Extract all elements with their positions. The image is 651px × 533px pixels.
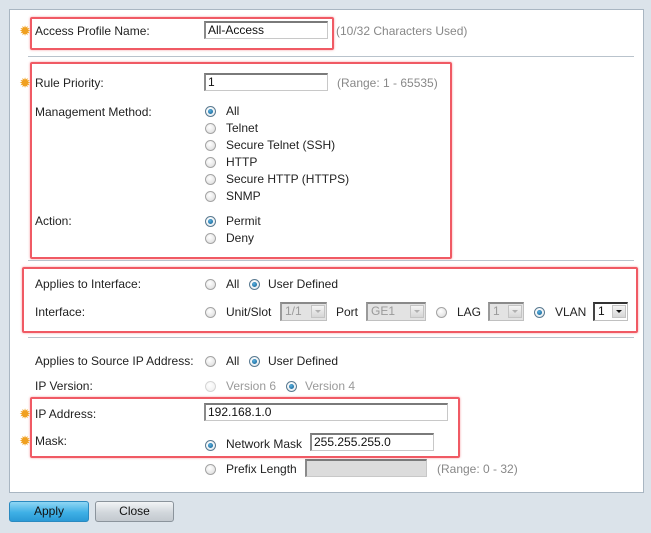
lag-value: 1 [493, 304, 500, 318]
prefix-length-radio[interactable] [205, 464, 216, 475]
required-star-icon: ✹ [20, 434, 31, 448]
management-method-http-radio[interactable] [205, 157, 216, 168]
prefix-length-range: (Range: 0 - 32) [437, 462, 518, 476]
unit-slot-value: 1/1 [285, 304, 302, 318]
interface-vlan-radio[interactable] [534, 307, 545, 318]
management-method-telnet-radio[interactable] [205, 123, 216, 134]
unit-slot-select[interactable]: 1/1 [280, 302, 327, 321]
applies-to-source-ip-user-defined-radio[interactable] [249, 356, 260, 367]
management-method-option: SNMP [226, 189, 261, 203]
interface-unit-slot-label: Unit/Slot [226, 305, 272, 319]
ip-version-option: Version 4 [305, 379, 356, 393]
vlan-select[interactable]: 1 [593, 302, 628, 321]
port-select[interactable]: GE1 [366, 302, 426, 321]
profile-name-char-count: (10/32 Characters Used) [336, 24, 468, 38]
ip-version-option: Version 6 [226, 379, 277, 393]
applies-to-source-ip-option: All [226, 354, 240, 368]
management-method-all-radio[interactable] [205, 106, 216, 117]
management-method-ssh-radio[interactable] [205, 140, 216, 151]
management-method-option: Secure HTTP (HTTPS) [226, 172, 350, 186]
prefix-length-label: Prefix Length [226, 462, 297, 476]
vlan-value: 1 [598, 304, 605, 318]
management-method-option: Secure Telnet (SSH) [226, 138, 336, 152]
chevron-down-icon [410, 305, 424, 318]
management-method-option: All [226, 104, 240, 118]
port-value: GE1 [371, 304, 396, 318]
interface-vlan-label: VLAN [555, 305, 587, 319]
prefix-length-input[interactable] [305, 459, 427, 477]
network-mask-radio[interactable] [205, 440, 216, 451]
divider [28, 337, 634, 338]
access-profile-name-input[interactable]: All-Access [204, 21, 328, 39]
required-star-icon: ✹ [20, 24, 31, 38]
applies-to-source-ip-label: Applies to Source IP Address: [35, 354, 194, 368]
ip-address-label: IP Address: [35, 407, 97, 421]
action-label: Action: [35, 214, 72, 228]
access-profile-name-label: Access Profile Name: [35, 24, 150, 38]
management-method-option: HTTP [226, 155, 258, 169]
management-method-snmp-radio[interactable] [205, 191, 216, 202]
rule-priority-label: Rule Priority: [35, 76, 104, 90]
divider [28, 56, 634, 57]
interface-lag-radio[interactable] [436, 307, 447, 318]
interface-label: Interface: [35, 305, 86, 319]
chevron-down-icon [311, 305, 325, 318]
ip-version-label: IP Version: [35, 379, 93, 393]
ip-version-6-radio[interactable] [205, 381, 216, 392]
interface-unit-slot-radio[interactable] [205, 307, 216, 318]
management-method-option: Telnet [226, 121, 259, 135]
action-permit-radio[interactable] [205, 216, 216, 227]
close-button[interactable]: Close [95, 501, 174, 522]
lag-select[interactable]: 1 [488, 302, 524, 321]
rule-priority-input[interactable]: 1 [204, 73, 328, 91]
interface-port-label: Port [336, 305, 359, 319]
required-star-icon: ✹ [20, 76, 31, 90]
divider [28, 260, 634, 261]
mask-label: Mask: [35, 434, 68, 448]
interface-lag-label: LAG [457, 305, 482, 319]
network-mask-label: Network Mask [226, 437, 303, 451]
rule-priority-range: (Range: 1 - 65535) [337, 76, 438, 90]
applies-to-interface-option: User Defined [268, 277, 339, 291]
action-option: Permit [226, 214, 261, 228]
ip-version-4-radio[interactable] [286, 381, 297, 392]
applies-to-interface-user-defined-radio[interactable] [249, 279, 260, 290]
network-mask-input[interactable]: 255.255.255.0 [310, 433, 434, 451]
applies-to-interface-label: Applies to Interface: [35, 277, 142, 291]
applies-to-interface-option: All [226, 277, 240, 291]
action-deny-radio[interactable] [205, 233, 216, 244]
chevron-down-icon [612, 305, 626, 318]
management-method-label: Management Method: [35, 105, 152, 119]
action-option: Deny [226, 231, 255, 245]
applies-to-interface-all-radio[interactable] [205, 279, 216, 290]
ip-address-input[interactable]: 192.168.1.0 [204, 403, 448, 421]
required-star-icon: ✹ [20, 407, 31, 421]
applies-to-source-ip-all-radio[interactable] [205, 356, 216, 367]
apply-button[interactable]: Apply [9, 501, 89, 522]
management-method-https-radio[interactable] [205, 174, 216, 185]
chevron-down-icon [508, 305, 522, 318]
applies-to-source-ip-option: User Defined [268, 354, 339, 368]
